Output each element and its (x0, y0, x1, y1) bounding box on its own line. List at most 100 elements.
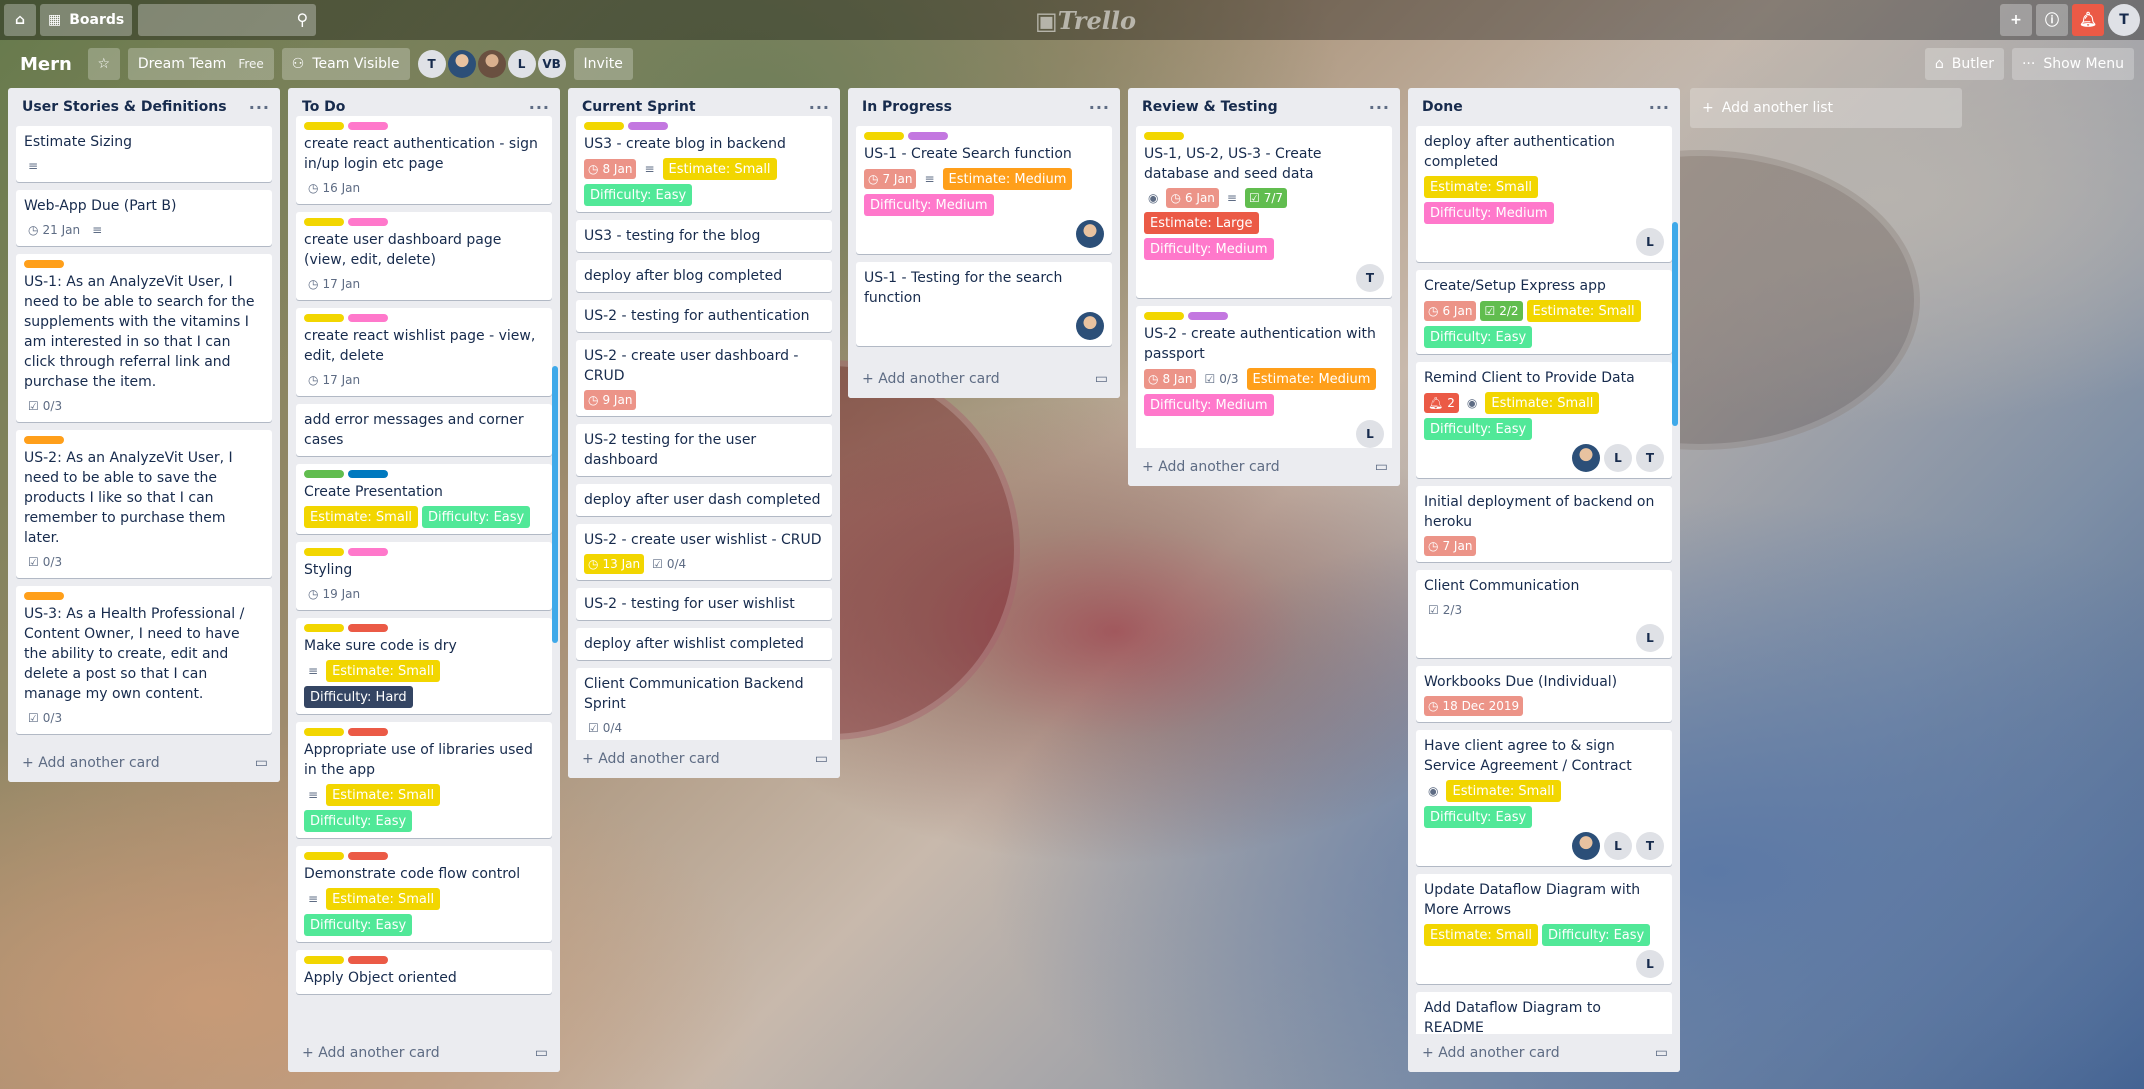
card-add-error-messages-and-corner-[interactable]: add error messages and corner cases (296, 404, 552, 456)
card-template-icon[interactable]: ▭ (1375, 459, 1388, 475)
card-us-2-as-an-analyzevit-user-i-n[interactable]: US-2: As an AnalyzeVit User, I need to b… (16, 430, 272, 578)
card-create-react-authentication-si[interactable]: create react authentication - sign in/up… (296, 116, 552, 204)
info-button[interactable]: ⓘ (2036, 4, 2068, 36)
card-make-sure-code-is-dry[interactable]: Make sure code is dry ≡ Estimate: Small Dif… (296, 618, 552, 714)
card-web-app-due-part-b[interactable]: Web-App Due (Part B) ◷ 21 Jan ≡ (16, 190, 272, 246)
label-pink[interactable] (348, 122, 388, 130)
visibility-button[interactable]: ⚇ Team Visible (281, 48, 410, 80)
card-label-estimate-small[interactable]: Estimate: Small (326, 660, 441, 682)
label-orange[interactable] (24, 260, 64, 268)
card-estimate-sizing[interactable]: Estimate Sizing ≡ (16, 126, 272, 182)
board-member-l[interactable]: L (507, 50, 536, 78)
invite-button[interactable]: Invite (573, 48, 633, 80)
label-yellow[interactable] (304, 728, 344, 736)
card-label-estimate-medium[interactable]: Estimate: Medium (942, 168, 1073, 190)
member-avatar[interactable] (1076, 220, 1104, 248)
list-title[interactable]: User Stories & Definitions (22, 99, 227, 115)
label-red[interactable] (348, 852, 388, 860)
card-us-1-testing-for-the-search-fu[interactable]: US-1 - Testing for the search function (856, 262, 1112, 346)
member-avatar[interactable] (1572, 832, 1600, 860)
card-client-communication[interactable]: Client Communication ☑ 2/3 L (1416, 570, 1672, 658)
card-initial-deployment-of-backend-[interactable]: Initial deployment of backend on heroku ◷… (1416, 486, 1672, 562)
card-label-difficulty-easy[interactable]: Difficulty: Easy (1424, 326, 1533, 348)
card-have-client-agree-to-sign-serv[interactable]: Have client agree to & sign Service Agre… (1416, 730, 1672, 866)
member-avatar[interactable]: T (1636, 832, 1664, 860)
card-label-estimate-small[interactable]: Estimate: Small (1526, 300, 1641, 322)
card-deploy-after-blog-completed[interactable]: deploy after blog completed (576, 260, 832, 292)
board-member-avatar-photo-1[interactable] (447, 50, 476, 78)
card-label-difficulty-easy[interactable]: Difficulty: Easy (1424, 418, 1533, 440)
member-avatar[interactable] (1076, 312, 1104, 340)
notifications-button[interactable]: 🔔︎ (2072, 4, 2104, 36)
list-menu-icon[interactable]: ··· (1089, 98, 1110, 117)
card-template-icon[interactable]: ▭ (535, 1045, 548, 1061)
label-purple[interactable] (1188, 312, 1228, 320)
list-title[interactable]: Done (1422, 99, 1463, 115)
card-us-1-as-an-analyzevit-user-i-n[interactable]: US-1: As an AnalyzeVit User, I need to b… (16, 254, 272, 422)
label-purple[interactable] (908, 132, 948, 140)
card-us3-create-blog-in-backend[interactable]: US3 - create blog in backend ◷ 8 Jan ≡ Estim… (576, 116, 832, 212)
card-label-estimate-small[interactable]: Estimate: Small (662, 158, 777, 180)
card-us-2-testing-for-authenticatio[interactable]: US-2 - testing for authentication (576, 300, 832, 332)
card-template-icon[interactable]: ▭ (1655, 1045, 1668, 1061)
label-yellow[interactable] (864, 132, 904, 140)
card-label-difficulty-easy[interactable]: Difficulty: Easy (1542, 924, 1651, 946)
card-label-estimate-small[interactable]: Estimate: Small (1485, 392, 1600, 414)
card-us-2-create-user-dashboard-cru[interactable]: US-2 - create user dashboard - CRUD ◷ 9 Ja… (576, 340, 832, 416)
list-title[interactable]: In Progress (862, 99, 952, 115)
card-label-estimate-medium[interactable]: Estimate: Medium (1246, 368, 1377, 390)
card-add-dataflow-diagram-to-readme[interactable]: Add Dataflow Diagram to README◉Estimate:… (1416, 992, 1672, 1034)
list-scrollbar[interactable] (552, 366, 558, 643)
card-us-3-as-a-health-professional-[interactable]: US-3: As a Health Professional / Content… (16, 586, 272, 734)
label-orange[interactable] (24, 592, 64, 600)
label-yellow[interactable] (1144, 312, 1184, 320)
card-label-estimate-small[interactable]: Estimate: Small (1446, 780, 1561, 802)
user-avatar[interactable]: T (2108, 4, 2140, 36)
card-create-user-dashboard-page-vie[interactable]: create user dashboard page (view, edit, … (296, 212, 552, 300)
member-avatar[interactable]: L (1636, 228, 1664, 256)
card-label-estimate-small[interactable]: Estimate: Small (1424, 176, 1539, 198)
trello-logo[interactable]: ▣Trello (1035, 6, 1136, 35)
board-title[interactable]: Mern (20, 54, 72, 75)
card-client-communication-backend-s[interactable]: Client Communication Backend Sprint ☑ 0/4 (576, 668, 832, 740)
card-create-setup-express-app[interactable]: Create/Setup Express app ◷ 6 Jan ☑ 2/2 Estima… (1416, 270, 1672, 354)
label-yellow[interactable] (1144, 132, 1184, 140)
card-remind-client-to-provide-data[interactable]: Remind Client to Provide Data 🔔︎ 2 ◉ Estimat… (1416, 362, 1672, 478)
list-title[interactable]: Current Sprint (582, 99, 696, 115)
add-card-button[interactable]: + Add another card (22, 755, 160, 771)
label-pink[interactable] (348, 218, 388, 226)
board-member-avatar-photo-2[interactable] (477, 50, 506, 78)
add-list-button[interactable]: + Add another list (1690, 88, 1962, 128)
label-pink[interactable] (348, 314, 388, 322)
add-card-button[interactable]: + Add another card (302, 1045, 440, 1061)
card-us-2-testing-for-user-wishlist[interactable]: US-2 - testing for user wishlist (576, 588, 832, 620)
card-update-dataflow-diagram-with-m[interactable]: Update Dataflow Diagram with More Arrows… (1416, 874, 1672, 984)
card-label-difficulty-medium[interactable]: Difficulty: Medium (1144, 238, 1274, 260)
member-avatar[interactable]: L (1636, 950, 1664, 978)
card-label-difficulty-medium[interactable]: Difficulty: Medium (864, 194, 994, 216)
add-card-button[interactable]: + Add another card (1142, 459, 1280, 475)
member-avatar[interactable]: L (1636, 624, 1664, 652)
add-card-button[interactable]: + Add another card (582, 751, 720, 767)
card-us-1-us-2-us-3-create-database[interactable]: US-1, US-2, US-3 - Create database and s… (1136, 126, 1392, 298)
card-label-difficulty-easy[interactable]: Difficulty: Easy (1424, 806, 1533, 828)
card-styling[interactable]: Styling ◷ 19 Jan (296, 542, 552, 610)
add-card-button[interactable]: + Add another card (1422, 1045, 1560, 1061)
card-us3-testing-for-the-blog[interactable]: US3 - testing for the blog (576, 220, 832, 252)
search-input[interactable]: ⚲ (138, 4, 317, 36)
list-title[interactable]: To Do (302, 99, 345, 115)
butler-button[interactable]: ⌂ Butler (1924, 48, 2004, 80)
label-red[interactable] (348, 728, 388, 736)
label-yellow[interactable] (304, 548, 344, 556)
board-member-vb[interactable]: VB (537, 50, 566, 78)
label-yellow[interactable] (304, 314, 344, 322)
card-label-difficulty-medium[interactable]: Difficulty: Medium (1144, 394, 1274, 416)
card-deploy-after-authentication-co[interactable]: deploy after authentication completed Est… (1416, 126, 1672, 262)
card-us-2-testing-for-the-user-dash[interactable]: US-2 testing for the user dashboard (576, 424, 832, 476)
label-orange[interactable] (24, 436, 64, 444)
home-button[interactable]: ⌂ (4, 4, 36, 36)
card-demonstrate-code-flow-control[interactable]: Demonstrate code flow control ≡ Estimate: … (296, 846, 552, 942)
list-menu-icon[interactable]: ··· (1369, 98, 1390, 117)
label-yellow[interactable] (304, 956, 344, 964)
list-menu-icon[interactable]: ··· (809, 98, 830, 117)
